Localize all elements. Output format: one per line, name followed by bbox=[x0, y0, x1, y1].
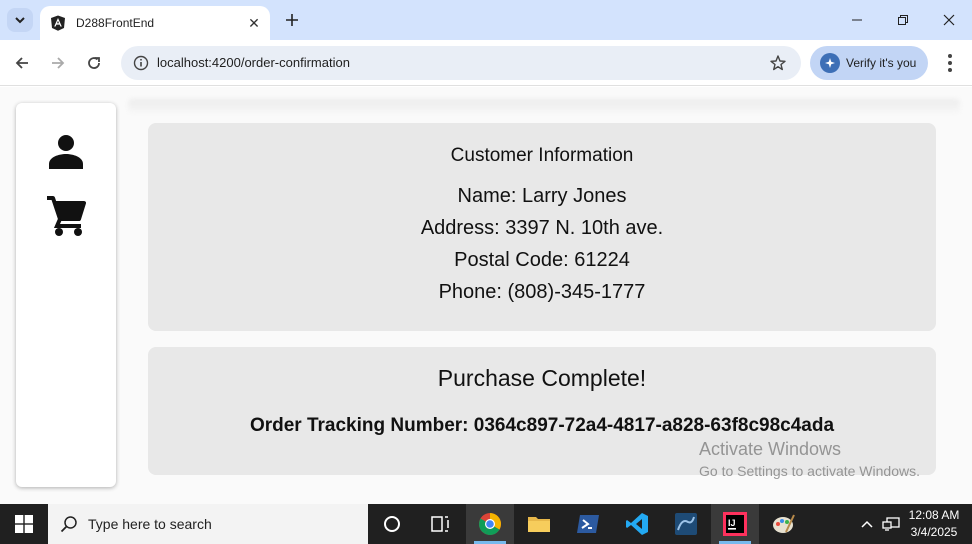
chevron-up-icon bbox=[861, 520, 873, 528]
forward-arrow-icon bbox=[52, 57, 65, 69]
powershell-button[interactable] bbox=[564, 504, 612, 544]
tab-search-button[interactable] bbox=[7, 8, 33, 32]
close-tab-icon[interactable]: ✕ bbox=[244, 13, 264, 33]
forward-button[interactable] bbox=[46, 51, 70, 75]
clock-date: 3/4/2025 bbox=[910, 525, 958, 539]
close-window-button[interactable] bbox=[926, 6, 972, 34]
task-view-icon bbox=[431, 516, 449, 532]
app-page: Customer Information Name: Larry Jones A… bbox=[0, 87, 972, 504]
customer-info-card: Customer Information Name: Larry Jones A… bbox=[148, 123, 936, 331]
mysql-workbench-icon bbox=[675, 513, 697, 535]
url-text[interactable]: localhost:4200/order-confirmation bbox=[157, 55, 350, 70]
taskbar-clock[interactable]: 12:08 AM 3/4/2025 bbox=[902, 507, 966, 541]
customer-postal-code: Postal Code: 61224 bbox=[454, 249, 630, 271]
angular-icon bbox=[51, 15, 65, 31]
svg-text:IJ: IJ bbox=[728, 518, 736, 528]
chevron-down-icon bbox=[15, 17, 25, 24]
activate-windows-subtitle: Go to Settings to activate Windows. bbox=[699, 463, 920, 479]
paint-icon bbox=[773, 514, 795, 533]
vscode-icon bbox=[626, 513, 648, 535]
avatar bbox=[820, 53, 840, 73]
intellij-icon: IJ bbox=[723, 512, 747, 536]
powershell-icon bbox=[577, 515, 599, 533]
info-icon[interactable] bbox=[133, 55, 149, 71]
tray-overflow-button[interactable] bbox=[856, 504, 878, 544]
new-tab-button[interactable] bbox=[282, 10, 302, 30]
folder-icon bbox=[528, 517, 550, 532]
windows-logo-icon bbox=[15, 515, 33, 533]
customer-info-heading: Customer Information bbox=[450, 145, 634, 166]
browser-tabstrip: D288FrontEnd ✕ bbox=[0, 0, 972, 40]
paint-button[interactable] bbox=[760, 504, 808, 544]
taskbar: Type here to search IJ 12:08 AM 3/4/2025 bbox=[0, 504, 972, 544]
profile-label: Verify it's you bbox=[846, 56, 917, 70]
person-icon[interactable] bbox=[46, 131, 86, 171]
sidebar bbox=[16, 103, 116, 487]
tab-title: D288FrontEnd bbox=[76, 16, 155, 30]
address-bar[interactable]: localhost:4200/order-confirmation bbox=[121, 46, 801, 80]
clock-time: 12:08 AM bbox=[908, 508, 960, 522]
close-icon bbox=[943, 14, 955, 26]
back-button[interactable] bbox=[10, 51, 34, 75]
top-bar bbox=[128, 99, 960, 113]
browser-tab[interactable]: D288FrontEnd ✕ bbox=[40, 6, 270, 40]
customer-phone: Phone: (808)-345-1777 bbox=[438, 281, 646, 303]
taskbar-search[interactable]: Type here to search bbox=[48, 504, 368, 544]
browser-menu-icon[interactable] bbox=[940, 52, 960, 74]
activate-windows-title: Activate Windows bbox=[699, 439, 842, 459]
network-button[interactable] bbox=[880, 504, 902, 544]
file-explorer-button[interactable] bbox=[515, 504, 563, 544]
chrome-taskbar-button[interactable] bbox=[466, 504, 514, 544]
cortana-button[interactable] bbox=[368, 504, 416, 544]
minimize-button[interactable] bbox=[834, 6, 880, 34]
intellij-button[interactable]: IJ bbox=[711, 504, 759, 544]
order-tracking-number: Order Tracking Number: 0364c897-72a4-481… bbox=[249, 415, 835, 436]
star-icon[interactable] bbox=[769, 54, 787, 72]
profile-icon bbox=[825, 58, 835, 68]
purchase-complete-heading: Purchase Complete! bbox=[437, 365, 647, 391]
network-icon bbox=[882, 517, 900, 531]
taskbar-search-placeholder: Type here to search bbox=[88, 516, 212, 532]
task-view-button[interactable] bbox=[416, 504, 464, 544]
vscode-button[interactable] bbox=[613, 504, 661, 544]
chrome-icon bbox=[479, 513, 501, 535]
mysql-workbench-button[interactable] bbox=[662, 504, 710, 544]
start-button[interactable] bbox=[0, 504, 48, 544]
profile-verify-button[interactable]: Verify it's you bbox=[810, 46, 928, 80]
browser-toolbar: localhost:4200/order-confirmation Verify… bbox=[0, 40, 972, 86]
reload-icon bbox=[88, 57, 100, 69]
back-arrow-icon bbox=[15, 57, 28, 69]
search-icon bbox=[60, 516, 77, 533]
plus-icon bbox=[286, 14, 298, 26]
cart-icon[interactable] bbox=[46, 193, 86, 237]
reload-button[interactable] bbox=[82, 51, 106, 75]
customer-name: Name: Larry Jones bbox=[457, 185, 627, 207]
customer-address: Address: 3397 N. 10th ave. bbox=[420, 217, 664, 239]
restore-icon bbox=[898, 15, 908, 25]
minimize-icon bbox=[852, 19, 862, 21]
restore-button[interactable] bbox=[880, 6, 926, 34]
cortana-icon bbox=[384, 516, 400, 532]
